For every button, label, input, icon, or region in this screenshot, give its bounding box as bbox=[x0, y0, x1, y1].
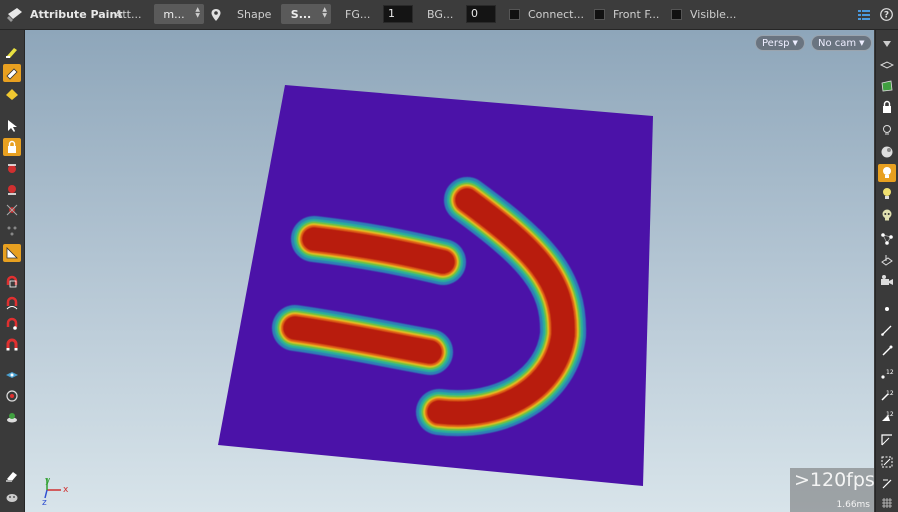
attribute-dropdown-value: m... bbox=[163, 7, 185, 21]
visible-checkbox[interactable] bbox=[671, 9, 682, 20]
magnet-grid-icon[interactable] bbox=[3, 273, 21, 291]
bg-value-field[interactable]: 0 bbox=[466, 5, 496, 23]
edge-icon[interactable] bbox=[878, 342, 896, 360]
camera-view-menu[interactable]: Persp ▼ bbox=[755, 35, 805, 51]
fps-value: >120fps bbox=[794, 469, 874, 491]
paint-brush-icon[interactable] bbox=[3, 43, 21, 61]
svg-text:12: 12 bbox=[886, 390, 894, 397]
scene-viewport[interactable]: x y z Persp ▼ No cam ▼ >120fps 1.66ms bbox=[25, 30, 874, 512]
dots-icon[interactable] bbox=[3, 222, 21, 240]
number-prims-icon[interactable]: 12 bbox=[878, 407, 896, 425]
skull-icon[interactable] bbox=[878, 206, 896, 224]
options-icon[interactable] bbox=[878, 35, 896, 53]
lock-active-icon[interactable] bbox=[3, 138, 21, 156]
connect-label: Connect... bbox=[528, 8, 584, 21]
operation-toolbar: Attribute Paint Att... m... ▲ ▼ Shape S..… bbox=[0, 0, 898, 30]
attribute-paint-icon bbox=[7, 7, 22, 22]
front-facing-label: Front F... bbox=[613, 8, 660, 21]
settings-list-icon[interactable] bbox=[858, 0, 870, 29]
handle-x-icon[interactable] bbox=[3, 201, 21, 219]
fg-value-field[interactable]: 1 bbox=[383, 5, 413, 23]
shape-dropdown[interactable]: S... ▲ ▼ bbox=[281, 4, 331, 24]
headlight-icon[interactable] bbox=[878, 185, 896, 203]
shape-dropdown-value: S... bbox=[290, 7, 312, 21]
help-icon[interactable]: ? bbox=[880, 0, 893, 29]
camera-view-label: Persp bbox=[762, 37, 790, 49]
lock-view-icon[interactable] bbox=[878, 98, 896, 116]
magnet-point-icon[interactable] bbox=[3, 315, 21, 333]
axis-gizmo: x y z bbox=[42, 476, 69, 508]
dot-icon[interactable] bbox=[878, 300, 896, 318]
shape-label: Shape bbox=[237, 8, 272, 21]
eraser-icon[interactable] bbox=[3, 85, 21, 103]
number-points-icon[interactable]: 12 bbox=[878, 365, 896, 383]
points-icon[interactable] bbox=[878, 230, 896, 248]
bounds-icon[interactable] bbox=[878, 453, 896, 471]
pivot-icon[interactable] bbox=[878, 475, 896, 493]
axis-z-label: z bbox=[42, 498, 47, 508]
axis-y-label: y bbox=[45, 476, 51, 486]
wire-ghost-icon[interactable] bbox=[878, 56, 896, 74]
dropdown-arrow-icon: ▼ bbox=[859, 39, 865, 47]
frame-time: 1.66ms bbox=[836, 500, 871, 510]
brush-active-icon[interactable] bbox=[3, 64, 21, 82]
sphere-icon[interactable] bbox=[878, 143, 896, 161]
fps-overlay: >120fps 1.66ms bbox=[790, 468, 874, 512]
fg-label: FG... bbox=[345, 8, 371, 21]
handle-red-icon[interactable] bbox=[3, 159, 21, 177]
camera-menu[interactable]: No cam ▼ bbox=[811, 35, 872, 51]
view-icon[interactable] bbox=[3, 366, 21, 384]
visible-label: Visible... bbox=[690, 8, 737, 21]
handle-red-2-icon[interactable] bbox=[3, 180, 21, 198]
viewport-canvas[interactable]: x y z bbox=[25, 30, 874, 512]
ruler-active-icon[interactable] bbox=[3, 244, 21, 262]
select-arrow-icon[interactable] bbox=[3, 117, 21, 135]
camera-icon[interactable] bbox=[878, 272, 896, 290]
axis-x-label: x bbox=[63, 485, 69, 495]
spin-arrows-icon: ▲ ▼ bbox=[195, 6, 200, 19]
svg-text:12: 12 bbox=[886, 411, 894, 418]
front-facing-checkbox[interactable] bbox=[594, 9, 605, 20]
attribute-label: Att... bbox=[115, 8, 142, 21]
magnet-curve-icon[interactable] bbox=[3, 294, 21, 312]
connect-checkbox[interactable] bbox=[509, 9, 520, 20]
render-camera-icon[interactable] bbox=[3, 387, 21, 405]
snapshot-icon[interactable] bbox=[3, 467, 21, 485]
light-bulb-active-icon[interactable] bbox=[878, 164, 896, 182]
right-display-shelf: 12 12 12 bbox=[875, 30, 898, 512]
normals-icon[interactable] bbox=[878, 251, 896, 269]
tool-header: Attribute Paint bbox=[6, 0, 123, 29]
spin-arrows-icon: ▲ ▼ bbox=[322, 6, 327, 19]
grid-icon[interactable] bbox=[878, 494, 896, 512]
pencil-icon[interactable] bbox=[878, 321, 896, 339]
svg-text:?: ? bbox=[884, 11, 889, 21]
lights-icon[interactable] bbox=[878, 121, 896, 139]
bg-label: BG... bbox=[427, 8, 454, 21]
display-icon[interactable] bbox=[3, 488, 21, 506]
camera-label: No cam bbox=[818, 37, 857, 49]
magnet-icon[interactable] bbox=[3, 336, 21, 354]
shaded-icon[interactable] bbox=[878, 77, 896, 95]
left-tool-shelf bbox=[0, 30, 25, 512]
flipbook-icon[interactable] bbox=[3, 408, 21, 426]
svg-text:12: 12 bbox=[886, 369, 894, 376]
tool-title: Attribute Paint bbox=[30, 8, 123, 21]
numbers-icon[interactable]: 12 bbox=[878, 386, 896, 404]
pin-icon[interactable] bbox=[210, 0, 222, 29]
corner-icon[interactable] bbox=[878, 431, 896, 449]
dropdown-arrow-icon: ▼ bbox=[792, 39, 798, 47]
attribute-dropdown[interactable]: m... ▲ ▼ bbox=[154, 4, 204, 24]
